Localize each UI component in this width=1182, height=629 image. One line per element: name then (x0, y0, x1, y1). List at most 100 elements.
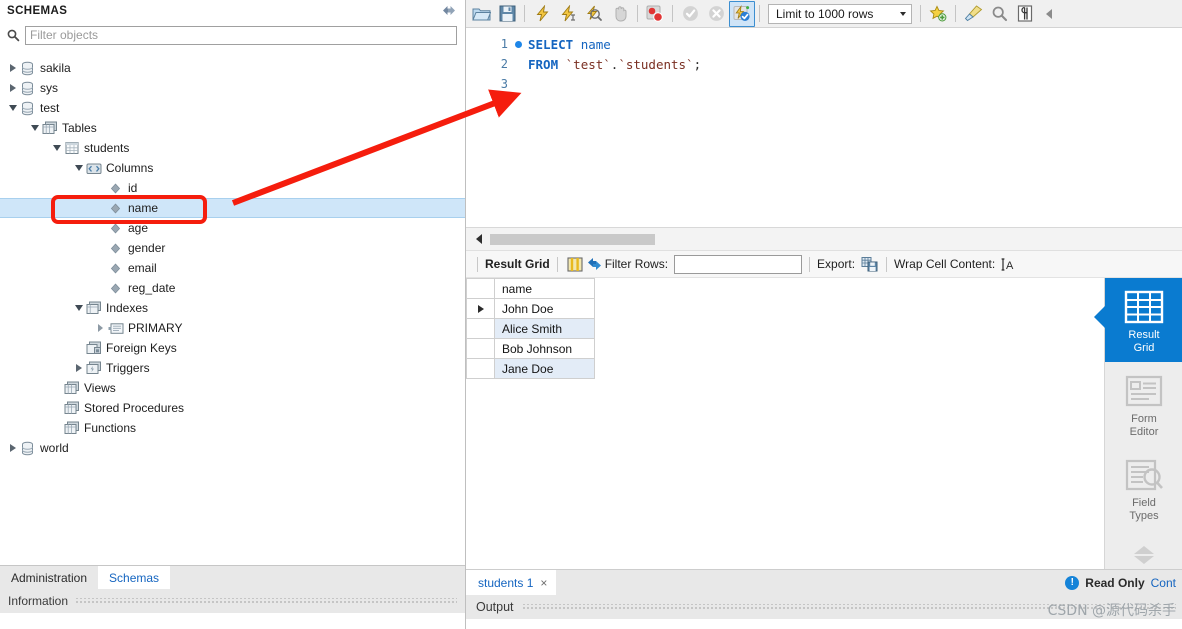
view-switch-field-types[interactable]: Field Types (1105, 446, 1182, 530)
tree-item-indexes[interactable]: Indexes (0, 298, 465, 318)
chevron-down-icon[interactable] (6, 98, 19, 118)
chevron-right-icon[interactable] (72, 358, 85, 378)
schema-tree[interactable]: sakila sys test Tables students Columns id name… (0, 58, 465, 538)
save-file-icon[interactable] (494, 1, 520, 27)
snippets-icon[interactable] (925, 1, 951, 27)
chevron-left-icon[interactable] (472, 232, 486, 246)
row-header-cell[interactable] (466, 318, 495, 339)
editor-line[interactable]: 3 (466, 74, 1182, 94)
editor-line[interactable]: 2 FROM `test`.`students`; (466, 54, 1182, 74)
filter-rows-input[interactable] (674, 254, 803, 274)
tree-item-world[interactable]: world (0, 438, 465, 458)
explain-statement-icon[interactable] (581, 1, 607, 27)
sidebar-tab-administration[interactable]: Administration (0, 566, 98, 589)
tree-item-primary[interactable]: PRIMARY (0, 318, 465, 338)
tree-item-functions[interactable]: Functions (0, 418, 465, 438)
toolbar-separator (637, 5, 638, 22)
tree-item-label: Columns (106, 161, 154, 175)
wrap-text-icon[interactable]: A (999, 255, 1019, 273)
refresh-icon[interactable] (441, 4, 457, 18)
tree-item-age[interactable]: age (0, 218, 465, 238)
rollback-icon[interactable] (703, 1, 729, 27)
execute-statement-icon[interactable] (529, 1, 555, 27)
chevron-right-icon[interactable] (6, 58, 19, 78)
result-tab-students-1[interactable]: students 1 × (466, 570, 557, 595)
refresh-rows-icon[interactable] (585, 255, 605, 273)
chevron-down-icon[interactable] (72, 298, 85, 318)
table-cell[interactable]: Alice Smith (494, 318, 595, 339)
tree-item-label: sakila (40, 61, 71, 75)
tree-item-stored-procedures[interactable]: Stored Procedures (0, 398, 465, 418)
table-row[interactable]: Jane Doe (466, 358, 595, 379)
table-cell[interactable]: John Doe (494, 298, 595, 319)
chevron-right-icon[interactable] (6, 78, 19, 98)
open-file-icon[interactable] (468, 1, 494, 27)
tree-item-email[interactable]: email (0, 258, 465, 278)
tree-item-name[interactable]: name (0, 198, 465, 218)
tree-item-id[interactable]: id (0, 178, 465, 198)
collapse-left-icon[interactable] (1038, 1, 1060, 27)
column-header[interactable]: name (494, 278, 595, 299)
table-row[interactable]: John Doe (466, 298, 595, 319)
autocommit-icon[interactable] (729, 0, 755, 27)
execute-current-statement-icon[interactable] (555, 1, 581, 27)
toolbar-separator (556, 256, 558, 272)
result-grid-table[interactable]: name John Doe Alice Smith Bob Johnson Jane D… (466, 278, 595, 379)
row-header-cell[interactable] (466, 358, 495, 379)
chevron-down-icon[interactable] (1134, 556, 1154, 564)
tree-item-sakila[interactable]: sakila (0, 58, 465, 78)
toolbar-separator (955, 5, 956, 22)
grid-corner-cell[interactable] (466, 278, 495, 299)
chevron-down-icon[interactable] (28, 118, 41, 138)
table-row[interactable]: Bob Johnson (466, 338, 595, 359)
filter-rows-label: Filter Rows: (604, 257, 669, 271)
tree-item-foreign-keys[interactable]: Foreign Keys (0, 338, 465, 358)
chevron-right-icon[interactable] (94, 318, 107, 338)
tree-item-sys[interactable]: sys (0, 78, 465, 98)
view-switch-result-grid[interactable]: Result Grid (1094, 278, 1182, 362)
stop-execution-icon[interactable] (607, 1, 633, 27)
watermark: CSDN @源代码杀手 (1047, 603, 1176, 619)
grid-view-icon[interactable] (565, 255, 585, 273)
editor-line[interactable]: 1 SELECT name (466, 34, 1182, 54)
sidebar-tab-schemas[interactable]: Schemas (98, 566, 171, 589)
tree-item-label: sys (40, 81, 58, 95)
invisible-chars-icon[interactable] (1012, 1, 1038, 27)
chevron-down-icon[interactable] (72, 158, 85, 178)
row-header-cell[interactable] (466, 338, 495, 359)
information-dotted-rule (75, 598, 457, 604)
tree-item-reg-date[interactable]: reg_date (0, 278, 465, 298)
toggle-breakpoint-icon[interactable] (642, 1, 668, 27)
filter-objects-input[interactable] (25, 25, 457, 45)
chevron-down-icon[interactable] (50, 138, 63, 158)
row-limit-dropdown[interactable]: Limit to 1000 rows (768, 3, 912, 24)
close-icon[interactable]: × (540, 576, 547, 590)
tree-item-columns[interactable]: Columns (0, 158, 465, 178)
column-icon (107, 220, 124, 236)
beautify-sql-icon[interactable] (960, 1, 986, 27)
tree-item-students[interactable]: students (0, 138, 465, 158)
export-icon[interactable] (859, 255, 879, 273)
sidebar-tabs[interactable]: Administration Schemas (0, 565, 465, 589)
view-switch-form-editor[interactable]: Form Editor (1105, 362, 1182, 446)
commit-icon[interactable] (677, 1, 703, 27)
chevron-up-icon[interactable] (1134, 546, 1154, 554)
splitter-handle[interactable] (490, 233, 655, 245)
editor-results-splitter[interactable] (466, 228, 1182, 251)
statement-marker-icon (508, 40, 528, 48)
table-cell[interactable]: Bob Johnson (494, 338, 595, 359)
table-row[interactable]: Alice Smith (466, 318, 595, 339)
tree-item-views[interactable]: Views (0, 378, 465, 398)
tree-item-tables[interactable]: Tables (0, 118, 465, 138)
tree-item-triggers[interactable]: Triggers (0, 358, 465, 378)
tree-item-gender[interactable]: gender (0, 238, 465, 258)
current-row-marker[interactable] (466, 298, 495, 319)
table-cell[interactable]: Jane Doe (494, 358, 595, 379)
chevron-right-icon[interactable] (6, 438, 19, 458)
find-icon[interactable] (986, 1, 1012, 27)
tree-item-test[interactable]: test (0, 98, 465, 118)
sql-editor[interactable]: 1 SELECT name 2 FROM `test`.`students`; 3 (466, 28, 1182, 228)
content-label[interactable]: Cont (1151, 576, 1176, 590)
